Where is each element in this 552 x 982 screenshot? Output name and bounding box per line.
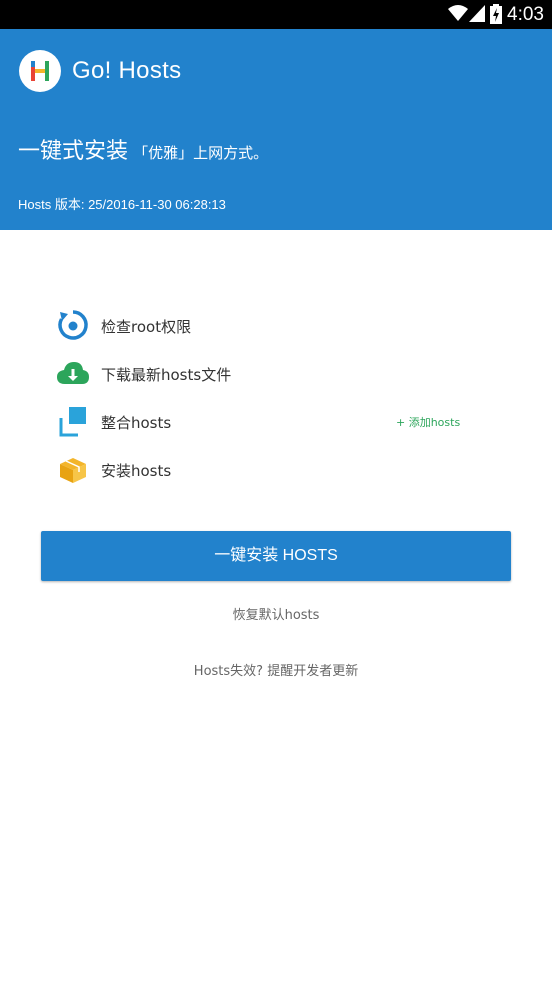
tagline: 一键式安装 「优雅」上网方式。: [18, 133, 268, 165]
battery-charging-icon: [490, 4, 502, 28]
step-download-hosts: 下载最新hosts文件: [56, 352, 496, 392]
wifi-icon: [448, 4, 468, 26]
step-merge-hosts: 整合hosts + 添加hosts: [56, 400, 496, 440]
step-check-root: 检查root权限: [56, 304, 496, 344]
tagline-main: 一键式安装: [18, 139, 129, 164]
app-title: Go! Hosts: [72, 57, 182, 84]
step-label: 整合hosts: [101, 414, 172, 432]
step-label: 检查root权限: [101, 318, 192, 336]
merge-icon: [56, 404, 90, 438]
install-hosts-button[interactable]: 一键安装 HOSTS: [41, 531, 511, 581]
hosts-version: Hosts 版本: 25/2016-11-30 06:28:13: [18, 197, 226, 212]
app-logo: [19, 50, 61, 92]
report-to-developer-link[interactable]: Hosts失效? 提醒开发者更新: [0, 660, 552, 679]
status-bar: 4:03: [0, 0, 552, 29]
step-install-hosts: 安装hosts: [56, 448, 496, 488]
tagline-sub: 「优雅」上网方式。: [133, 144, 269, 162]
package-icon: [56, 452, 90, 486]
check-root-icon: [56, 308, 90, 342]
step-label: 安装hosts: [101, 462, 172, 480]
clock: 4:03: [507, 4, 544, 25]
app-header: Go! Hosts 一键式安装 「优雅」上网方式。 Hosts 版本: 25/2…: [0, 29, 552, 230]
signal-icon: [469, 5, 485, 26]
step-label: 下载最新hosts文件: [101, 366, 232, 384]
restore-default-hosts-link[interactable]: 恢复默认hosts: [0, 604, 552, 623]
cloud-download-icon: [56, 356, 90, 390]
add-hosts-link[interactable]: + 添加hosts: [396, 414, 460, 430]
